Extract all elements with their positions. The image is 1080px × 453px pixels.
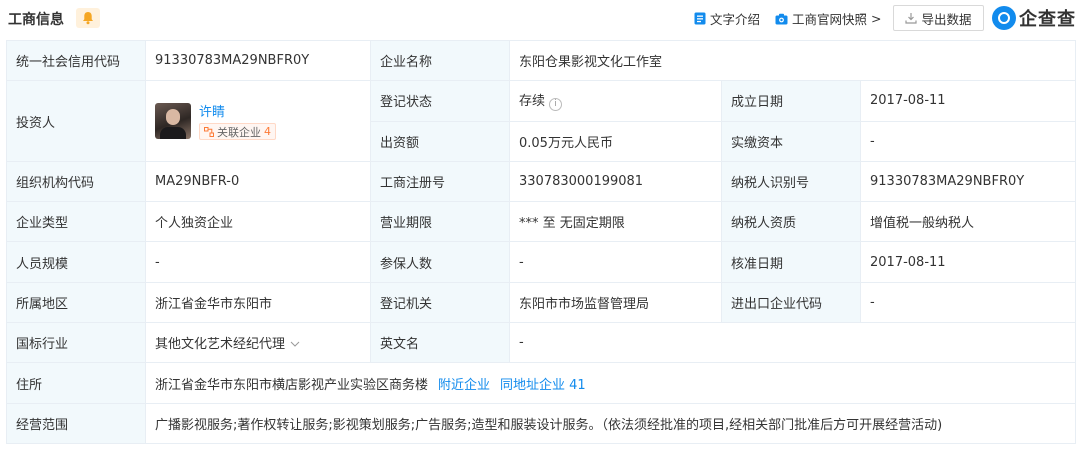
scope-value: 广播影视服务;著作权转让服务;影视策划服务;广告服务;造型和服装设计服务。（依法…	[144, 402, 1077, 444]
section-title: 工商信息	[8, 12, 64, 28]
table-row: 住所 浙江省金华市东阳市横店影视产业实验区商务楼 附近企业 同地址企业 41	[6, 362, 1077, 404]
info-icon[interactable]: i	[549, 98, 563, 112]
investor-label: 投资人	[6, 80, 146, 162]
region-value: 浙江省金华市东阳市	[145, 281, 371, 324]
table-row: 统一社会信用代码 91330783MA29NBFR0Y 企业名称 东阳仓果影视文…	[6, 39, 1077, 82]
company-type-label: 企业类型	[6, 201, 146, 243]
bell-icon	[83, 12, 93, 25]
reg-status-cell: 存续 i	[509, 80, 722, 122]
insured-value: -	[509, 241, 722, 283]
insured-label: 参保人数	[370, 241, 510, 283]
established-value: 2017-08-11	[859, 80, 1077, 122]
bell-button[interactable]	[76, 8, 100, 28]
chevron-down-icon	[290, 341, 300, 347]
qichacha-logo: 企查查	[992, 5, 1076, 31]
org-code-label: 组织机构代码	[6, 160, 146, 203]
term-value: *** 至 无固定期限	[509, 201, 722, 243]
taxpayer-qual-value: 增值税一般纳税人	[859, 201, 1077, 243]
term-label: 营业期限	[370, 201, 510, 243]
authority-value: 东阳市市场监督管理局	[509, 281, 722, 324]
investor-name-link[interactable]: 许睛	[199, 101, 276, 120]
snapshot-button[interactable]: 工商官网快照 >	[775, 9, 882, 28]
approval-value: 2017-08-11	[859, 241, 1077, 283]
industry-label: 国标行业	[6, 322, 146, 364]
investor-cell: 许睛 关联企业 4	[145, 80, 371, 162]
capital-value: 0.05万元人民币	[509, 120, 722, 162]
table-row: 经营范围 广播影视服务;著作权转让服务;影视策划服务;广告服务;造型和服装设计服…	[6, 402, 1077, 444]
taxpayer-qual-label: 纳税人资质	[721, 201, 861, 243]
snapshot-label: 工商官网快照	[792, 12, 868, 27]
section-header: 工商信息 文字介绍 工商官网快照 > 导出数据 企查查	[0, 0, 1080, 38]
nearby-companies-link[interactable]: 附近企业	[438, 378, 490, 393]
staff-value: -	[145, 241, 371, 283]
reg-no-label: 工商注册号	[370, 160, 510, 203]
company-name-value: 东阳仓果影视文化工作室	[508, 39, 1077, 82]
english-name-label: 英文名	[370, 322, 510, 364]
credit-code-label: 统一社会信用代码	[6, 39, 146, 82]
scope-label: 经营范围	[6, 402, 146, 444]
established-label: 成立日期	[721, 80, 861, 122]
import-export-label: 进出口企业代码	[721, 281, 861, 324]
paid-capital-label: 实缴资本	[721, 120, 861, 162]
reg-no-value: 330783000199081	[509, 160, 722, 203]
download-icon	[905, 13, 918, 24]
chevron-right-icon: >	[871, 11, 882, 26]
approval-label: 核准日期	[721, 241, 861, 283]
org-code-value: MA29NBFR-0	[145, 160, 371, 203]
logo-mark-icon	[992, 6, 1016, 30]
authority-label: 登记机关	[370, 281, 510, 324]
industry-value: 其他文化艺术经纪代理	[155, 337, 286, 353]
staff-label: 人员规模	[6, 241, 146, 283]
industry-cell[interactable]: 其他文化艺术经纪代理	[145, 322, 371, 364]
credit-code-value: 91330783MA29NBFR0Y	[145, 39, 371, 82]
related-icon	[204, 126, 214, 137]
avatar[interactable]	[155, 103, 191, 140]
table-row: 所属地区 浙江省金华市东阳市 登记机关 东阳市市场监督管理局 进出口企业代码 -	[6, 281, 1077, 324]
company-type-value: 个人独资企业	[145, 201, 371, 243]
table-row: 人员规模 - 参保人数 - 核准日期 2017-08-11	[6, 241, 1077, 283]
related-label: 关联企业	[217, 125, 261, 139]
english-name-value: -	[508, 322, 1077, 364]
text-intro-button[interactable]: 文字介绍	[694, 9, 760, 28]
related-companies-badge[interactable]: 关联企业 4	[199, 123, 276, 141]
address-cell: 浙江省金华市东阳市横店影视产业实验区商务楼 附近企业 同地址企业 41	[144, 362, 1077, 404]
address-label: 住所	[6, 362, 146, 404]
investor-info: 许睛 关联企业 4	[155, 101, 361, 141]
taxpayer-id-value: 91330783MA29NBFR0Y	[859, 160, 1077, 203]
export-data-button[interactable]: 导出数据	[893, 5, 984, 31]
table-row: 投资人 许睛 关联企业 4 登记状态 存续 i 成立日期 2017-08-11	[6, 80, 1077, 162]
same-address-link[interactable]: 同地址企业 41	[500, 378, 586, 393]
paid-capital-value: -	[859, 120, 1077, 162]
export-label: 导出数据	[921, 11, 972, 27]
taxpayer-id-label: 纳税人识别号	[721, 160, 861, 203]
table-row: 国标行业 其他文化艺术经纪代理 英文名 -	[6, 322, 1077, 364]
text-intro-label: 文字介绍	[710, 12, 761, 27]
reg-status-label: 登记状态	[370, 80, 510, 122]
capital-label: 出资额	[370, 120, 510, 162]
region-label: 所属地区	[6, 281, 146, 324]
camera-icon	[775, 13, 788, 24]
address-value: 浙江省金华市东阳市横店影视产业实验区商务楼	[155, 377, 429, 393]
table-row: 组织机构代码 MA29NBFR-0 工商注册号 330783000199081 …	[6, 160, 1077, 203]
company-name-label: 企业名称	[370, 39, 510, 82]
reg-status-value: 存续	[519, 94, 546, 110]
import-export-value: -	[859, 281, 1077, 324]
logo-text: 企查查	[1019, 9, 1076, 30]
table-row: 企业类型 个人独资企业 营业期限 *** 至 无固定期限 纳税人资质 增值税一般…	[6, 201, 1077, 243]
business-info-table: 统一社会信用代码 91330783MA29NBFR0Y 企业名称 东阳仓果影视文…	[6, 39, 1077, 444]
document-icon	[694, 12, 706, 25]
related-count: 4	[264, 125, 271, 139]
